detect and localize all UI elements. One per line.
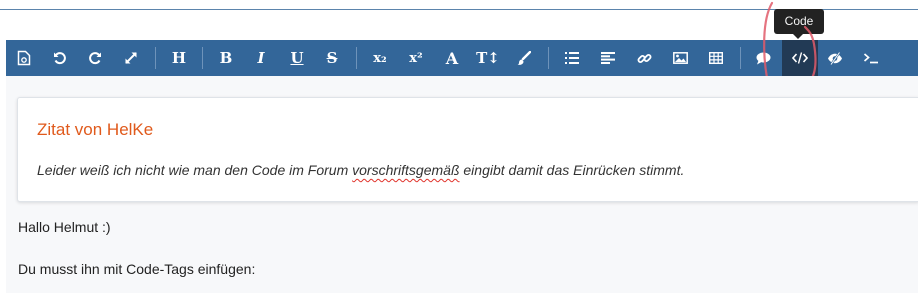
terminal-icon xyxy=(863,52,879,64)
editor-toolbar: H B I U S x₂ x² A T↕ xyxy=(6,40,918,76)
toolbar-separator xyxy=(548,47,549,69)
font-color-button[interactable]: A xyxy=(436,40,468,76)
bold-button[interactable]: B xyxy=(210,40,242,76)
italic-button[interactable]: I xyxy=(245,40,277,76)
redo-button[interactable] xyxy=(79,40,111,76)
link-button[interactable] xyxy=(628,40,660,76)
table-button[interactable] xyxy=(700,40,732,76)
underline-button[interactable]: U xyxy=(281,40,313,76)
misspelled-word: vorschriftsgemäß xyxy=(352,162,460,178)
heading-button[interactable]: H xyxy=(163,40,195,76)
spoiler-button[interactable] xyxy=(819,40,851,76)
strikethrough-button[interactable]: S xyxy=(316,40,348,76)
image-icon xyxy=(672,52,688,64)
superscript-button[interactable]: x² xyxy=(400,40,432,76)
redo-icon xyxy=(88,51,102,65)
fullscreen-button[interactable] xyxy=(115,40,147,76)
source-mode-button[interactable] xyxy=(8,40,40,76)
brush-icon xyxy=(517,51,531,65)
expand-icon xyxy=(124,51,138,65)
quote-text-end: eingibt damit das Einrücken stimmt. xyxy=(459,162,685,178)
eye-slash-icon xyxy=(827,51,843,65)
quote-text-start: Leider weiß ich nicht wie man den Code i… xyxy=(37,162,353,178)
paint-button[interactable] xyxy=(508,40,540,76)
paragraph-greeting: Hallo Helmut :) xyxy=(18,219,111,235)
undo-icon xyxy=(53,51,67,65)
quote-button[interactable] xyxy=(747,40,779,76)
quote-title: Zitat von HelKe xyxy=(37,120,154,139)
align-left-icon xyxy=(601,52,615,64)
speech-bubble-icon xyxy=(756,52,771,65)
toolbar-separator xyxy=(155,47,156,69)
toolbar-separator xyxy=(202,47,203,69)
undo-button[interactable] xyxy=(44,40,76,76)
image-button[interactable] xyxy=(664,40,696,76)
link-icon xyxy=(637,51,652,66)
toolbar-separator xyxy=(740,47,741,69)
inline-code-button[interactable] xyxy=(855,40,887,76)
table-icon xyxy=(709,52,723,64)
source-document-icon xyxy=(17,50,31,66)
paragraph-instruction: Du musst ihn mit Code-Tags einfügen: xyxy=(18,261,256,277)
subscript-button[interactable]: x₂ xyxy=(364,40,396,76)
font-size-button[interactable]: T↕ xyxy=(472,40,504,76)
list-icon xyxy=(565,52,579,64)
code-tooltip: Code xyxy=(774,9,824,39)
editor-content-area[interactable]: Zitat von HelKe Leider weiß ich nicht wi… xyxy=(6,76,918,293)
toolbar-separator xyxy=(356,47,357,69)
quote-text: Leider weiß ich nicht wie man den Code i… xyxy=(37,162,684,178)
code-button[interactable] xyxy=(782,40,818,76)
quote-block: Zitat von HelKe Leider weiß ich nicht wi… xyxy=(17,97,918,202)
code-icon xyxy=(792,52,808,64)
align-button[interactable] xyxy=(592,40,624,76)
list-button[interactable] xyxy=(556,40,588,76)
